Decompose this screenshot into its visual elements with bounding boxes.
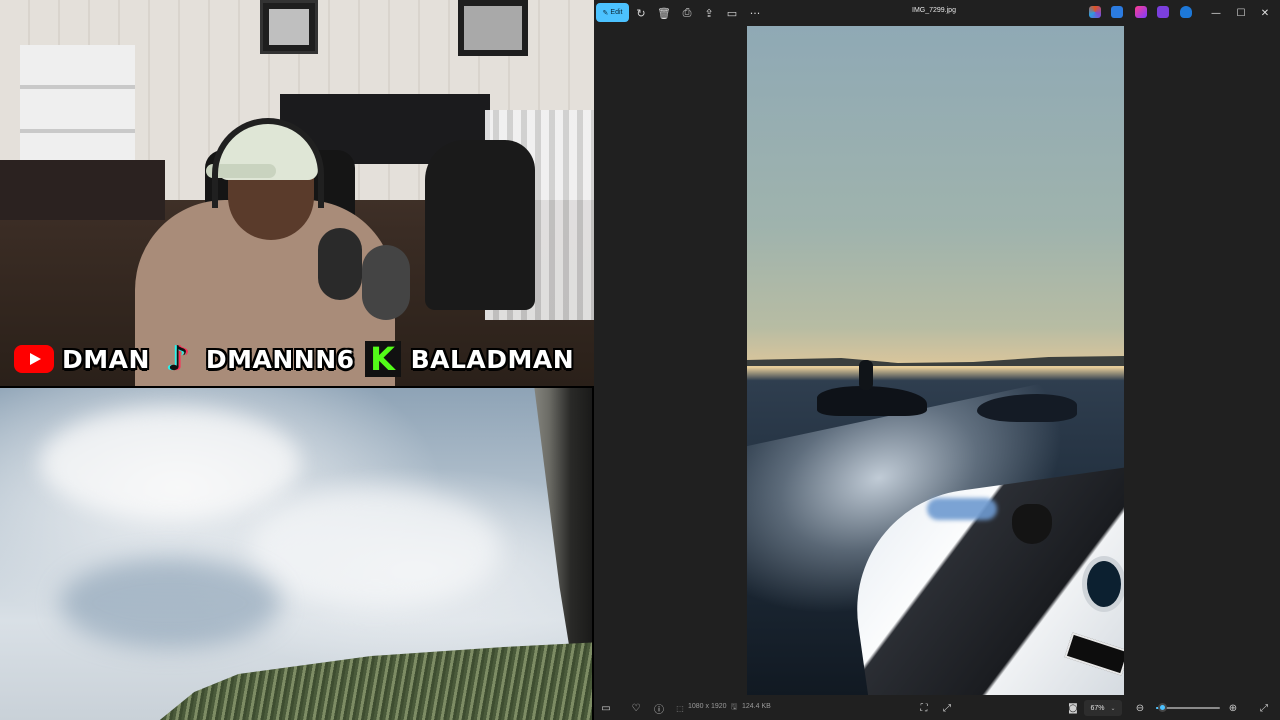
maximize-button[interactable]: ☐ (1230, 4, 1252, 22)
side-table (0, 160, 165, 220)
jetski-handlebar (1012, 504, 1052, 544)
favorite-icon[interactable]: ♡ (628, 700, 644, 716)
sky-video-clip (0, 388, 592, 720)
zoom-value: 67% (1090, 704, 1105, 712)
cloud (40, 408, 300, 518)
close-button[interactable]: ✕ (1254, 4, 1276, 22)
cloud (60, 558, 280, 648)
onedrive-icon[interactable] (1180, 6, 1192, 18)
kick-handle: BALADMAN (410, 344, 575, 374)
stroller (425, 140, 535, 310)
social-tiktok: ♪ DMANNN6 (158, 342, 355, 376)
rotate-icon[interactable]: ↻ (632, 4, 650, 22)
editor-icon[interactable] (1111, 6, 1123, 18)
edit-label: Edit (610, 9, 623, 16)
rider-hand (927, 498, 997, 520)
print-icon[interactable]: ⎙ (678, 4, 696, 22)
chevron-down-icon: ⌄ (1110, 704, 1116, 712)
file-size: 124.4 KB (742, 703, 771, 710)
kick-icon: K (363, 340, 403, 378)
dimensions-icon: ⬚ (676, 703, 684, 713)
webcam-feed: DMAN ♪ DMANNN6 K BALADMAN (0, 0, 594, 386)
edit-pencil-icon: ✎ (602, 9, 609, 17)
wall-picture-frame (260, 0, 318, 54)
distant-shoreline (747, 356, 1124, 366)
copilot-icon[interactable] (1089, 6, 1101, 18)
photo-canvas[interactable] (747, 26, 1124, 695)
fullscreen-icon[interactable]: ⤢ (1256, 700, 1272, 716)
grass (150, 642, 592, 720)
image-view-icon[interactable]: ◙ (1065, 700, 1081, 716)
tiktok-handle: DMANNN6 (205, 344, 355, 374)
microphone (362, 245, 410, 320)
more-icon[interactable]: ··· (746, 4, 764, 22)
minimize-button[interactable]: — (1205, 4, 1227, 22)
viewer-toolbar: ✎ Edit ↻ 🗑 ⎙ ⇪ ▭ ··· IMG_7299.jpg — ☐ ✕ (594, 0, 1280, 26)
share-icon[interactable]: ⇪ (700, 4, 718, 22)
file-size-icon: 🖫 (730, 702, 738, 711)
youtube-icon (14, 342, 54, 376)
zoom-in-icon[interactable]: ⊕ (1225, 700, 1241, 716)
wall-picture-frame (458, 0, 528, 56)
actual-size-icon[interactable]: ⤢ (939, 700, 955, 716)
clipchamp-icon[interactable] (1157, 6, 1169, 18)
zoom-slider[interactable] (1156, 703, 1220, 712)
edit-button[interactable]: ✎ Edit (596, 3, 629, 22)
youtube-handle: DMAN (62, 344, 150, 374)
social-youtube: DMAN (14, 342, 150, 376)
info-icon[interactable]: ⓘ (651, 700, 667, 716)
delete-icon[interactable]: 🗑 (655, 4, 673, 22)
designer-icon[interactable] (1135, 6, 1147, 18)
filmstrip-icon[interactable]: ▭ (598, 700, 614, 716)
jetski-rider (817, 360, 927, 416)
tiktok-icon: ♪ (167, 339, 189, 379)
fit-to-window-icon[interactable]: ⛶ (916, 700, 932, 716)
social-handles-bar: DMAN ♪ DMANNN6 K BALADMAN (14, 340, 574, 378)
cloud (250, 488, 500, 608)
file-name: IMG_7299.jpg (912, 7, 956, 14)
zoom-dropdown[interactable]: 67% ⌄ (1084, 700, 1122, 716)
zoom-slider-thumb[interactable] (1158, 703, 1168, 712)
microphone (318, 228, 362, 300)
zoom-out-icon[interactable]: ⊖ (1132, 700, 1148, 716)
social-kick: K BALADMAN (363, 340, 575, 378)
photos-viewer-window: ✎ Edit ↻ 🗑 ⎙ ⇪ ▭ ··· IMG_7299.jpg — ☐ ✕ … (594, 0, 1280, 720)
image-dimensions: 1080 x 1920 (688, 703, 727, 710)
slideshow-icon[interactable]: ▭ (723, 4, 741, 22)
jetski-gauge (1082, 556, 1124, 612)
viewer-bottom-bar: ▭ ♡ ⓘ ⬚ 1080 x 1920 🖫 124.4 KB ⛶ ⤢ ◙ 67%… (594, 696, 1280, 720)
